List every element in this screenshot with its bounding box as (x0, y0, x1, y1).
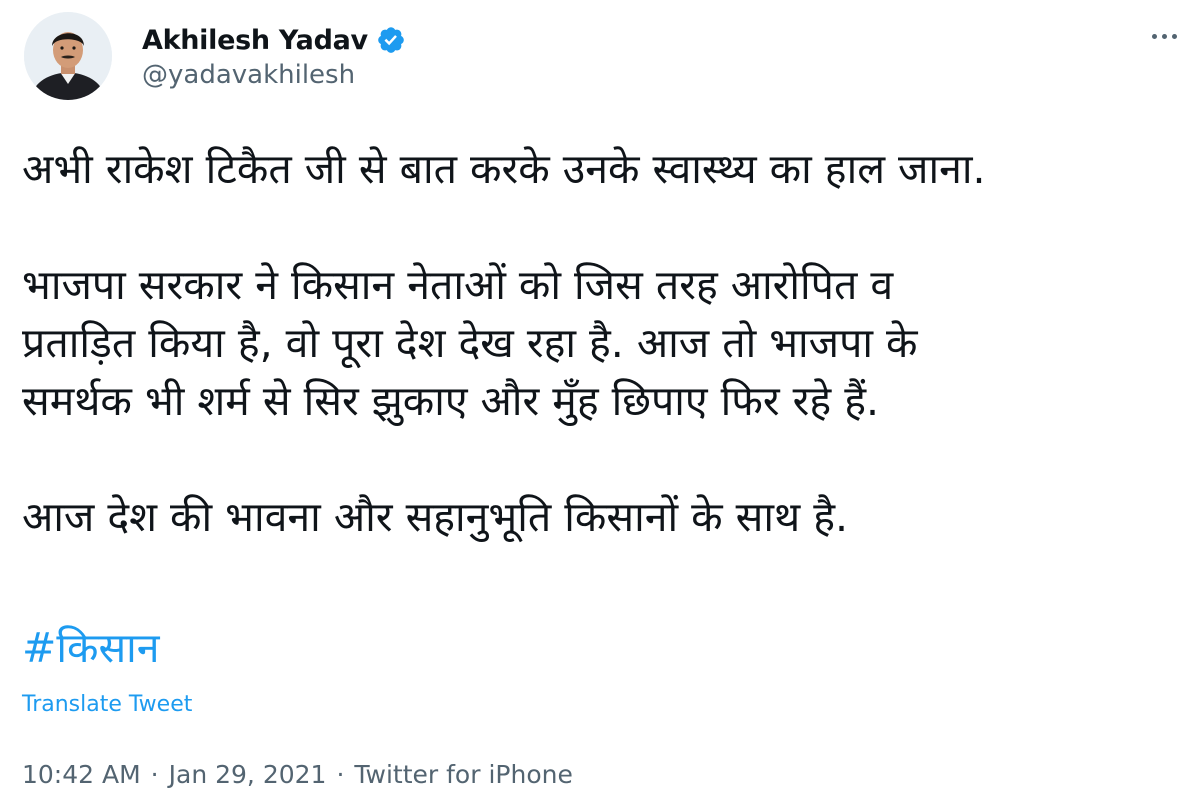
tweet-line: अभी राकेश टिकैत जी से बात करके उनके स्वा… (22, 145, 986, 193)
tweet-metadata: 10:42 AM · Jan 29, 2021 · Twitter for iP… (22, 756, 573, 792)
more-horizontal-icon (1161, 33, 1167, 39)
separator: · (336, 759, 345, 789)
user-name-row: Akhilesh Yadav (142, 22, 406, 58)
tweet-line: भाजपा सरकार ने किसान नेताओं को जिस तरह आ… (22, 261, 894, 309)
translate-tweet-link[interactable]: Translate Tweet (22, 692, 192, 717)
tweet-text: अभी राकेश टिकैत जी से बात करके उनके स्वा… (22, 140, 1182, 546)
avatar[interactable] (24, 12, 112, 100)
tweet-date[interactable]: Jan 29, 2021 (169, 760, 327, 789)
avatar-image (24, 12, 112, 100)
separator: · (150, 759, 159, 789)
more-horizontal-icon (1171, 33, 1177, 39)
user-handle[interactable]: @yadavakhilesh (142, 60, 355, 90)
tweet-line: आज देश की भावना और सहानुभूति किसानों के … (22, 493, 849, 541)
more-horizontal-icon (1151, 33, 1157, 39)
tweet-line: प्रताड़ित किया है, वो पूरा देश देख रहा ह… (22, 319, 918, 367)
more-options-button[interactable] (1142, 22, 1186, 50)
tweet-card: Akhilesh Yadav @yadavakhilesh अभी राकेश … (0, 0, 1200, 800)
hashtag-link[interactable]: #किसान (22, 622, 160, 674)
user-name[interactable]: Akhilesh Yadav (142, 25, 368, 56)
tweet-line: समर्थक भी शर्म से सिर झुकाए और मुँह छिपा… (22, 377, 879, 425)
tweet-time[interactable]: 10:42 AM (22, 760, 141, 789)
verified-badge-icon (378, 27, 404, 53)
tweet-source[interactable]: Twitter for iPhone (354, 760, 572, 789)
